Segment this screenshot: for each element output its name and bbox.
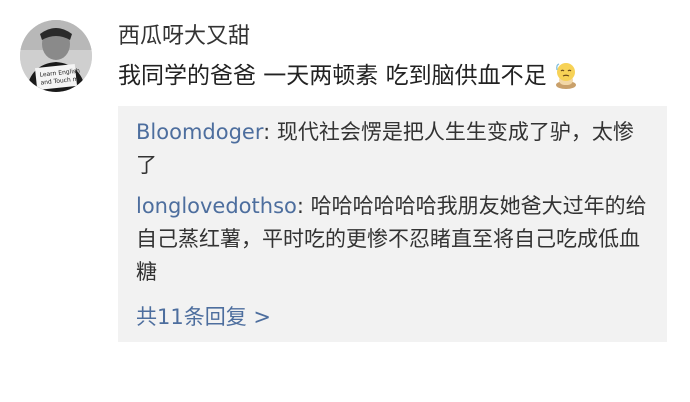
avatar[interactable]: Learn English and Touch me [20, 20, 92, 92]
avatar-photo: Learn English and Touch me [20, 20, 92, 92]
reply-separator: : [296, 194, 311, 218]
reply-box: Bloomdoger: 现代社会愣是把人生生变成了驴，太惨了 longloved… [118, 106, 667, 342]
reply-username[interactable]: longlovedothso [136, 194, 297, 218]
comment-username[interactable]: 西瓜呀大又甜 [118, 22, 250, 52]
comment-body: 我同学的爸爸 一天两顿素 吃到脑供血不足 [118, 60, 579, 98]
sick-face-emoji-icon [553, 61, 579, 98]
reply-username[interactable]: Bloomdoger [136, 120, 263, 144]
comment-text: 我同学的爸爸 一天两顿素 吃到脑供血不足 [118, 63, 547, 89]
reply-item: longlovedothso: 哈哈哈哈哈哈我朋友她爸大过年的给自己蒸红薯，平时… [136, 190, 648, 289]
reply-item: Bloomdoger: 现代社会愣是把人生生变成了驴，太惨了 [136, 116, 648, 182]
more-replies-link[interactable]: 共11条回复 > [136, 302, 271, 332]
reply-separator: : [263, 120, 277, 144]
comment-card: Learn English and Touch me 西瓜呀大又甜 我同学的爸爸… [0, 0, 690, 402]
